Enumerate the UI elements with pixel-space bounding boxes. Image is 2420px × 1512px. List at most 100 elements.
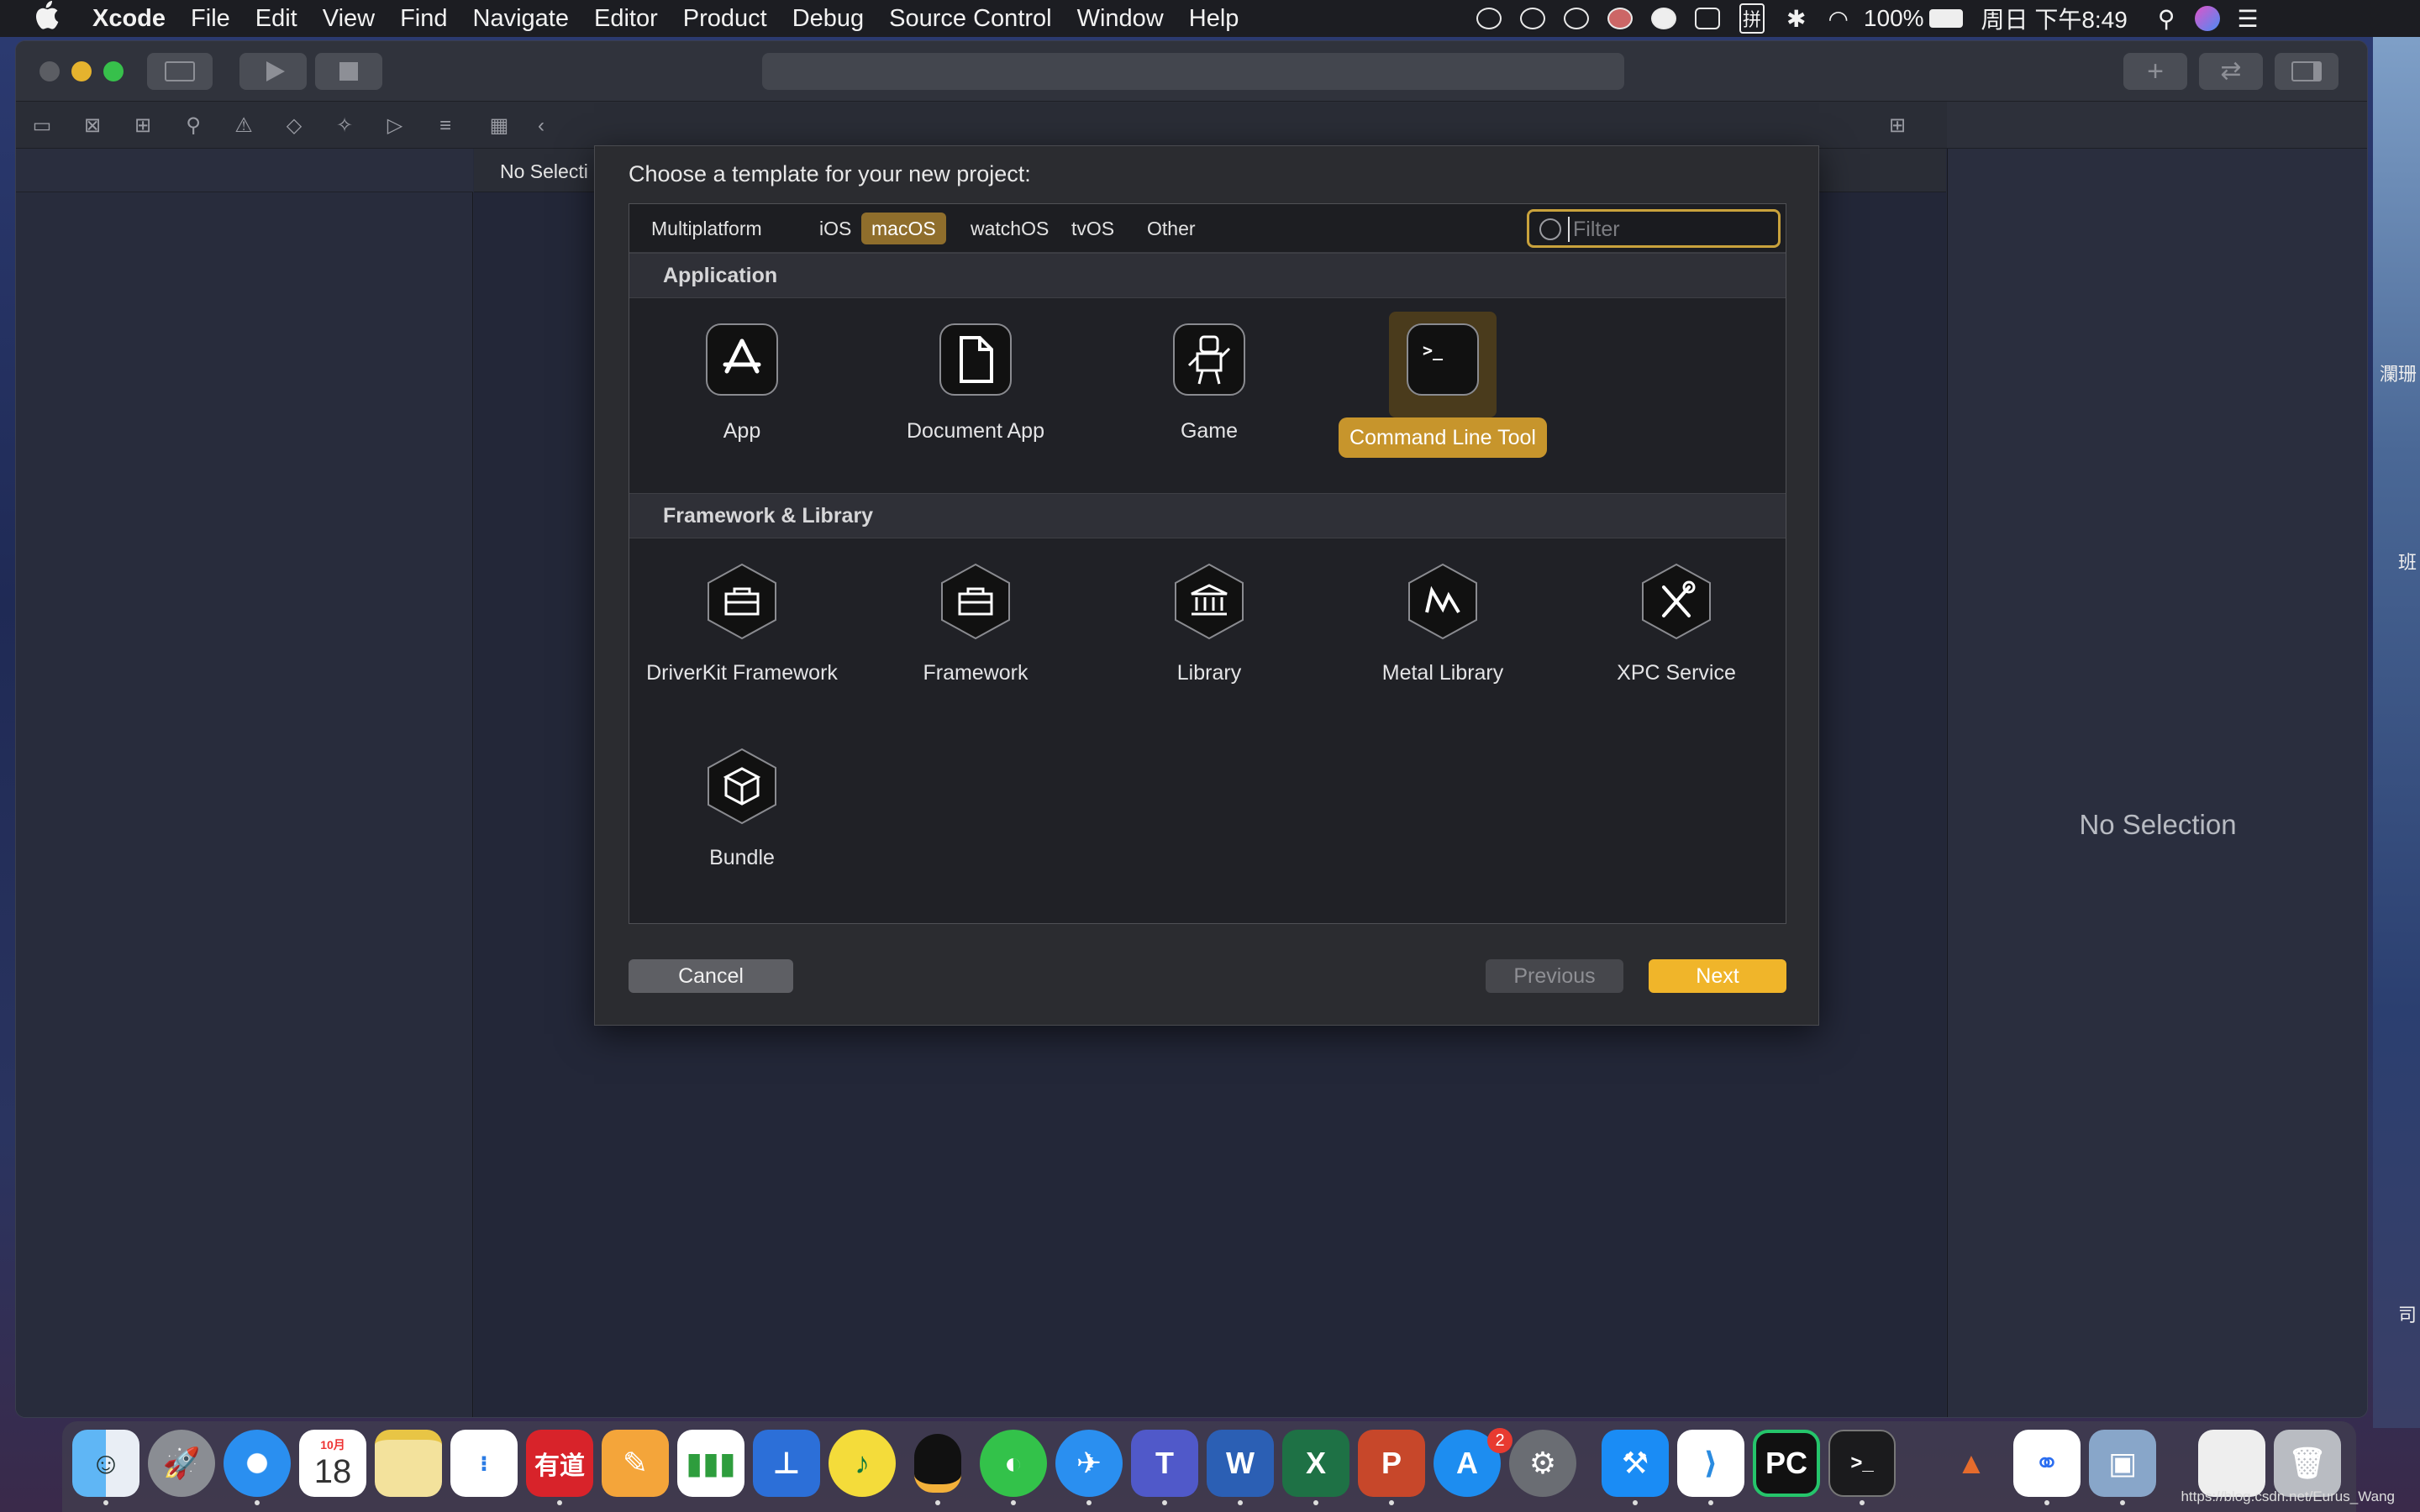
template-library[interactable]: Library <box>1108 563 1310 686</box>
tab-other[interactable]: Other <box>1137 213 1206 244</box>
search-icon[interactable]: ⚲ <box>181 113 206 139</box>
vscode-icon[interactable]: ⟩ <box>1677 1430 1744 1497</box>
tab-ios[interactable]: iOS <box>809 213 861 244</box>
library-button[interactable]: + <box>2123 53 2187 90</box>
teams-icon[interactable]: T <box>1131 1430 1198 1497</box>
spotlight-icon[interactable]: ⚲ <box>2158 5 2175 33</box>
breadcrumb[interactable]: No Selecti <box>500 160 588 183</box>
filter-input[interactable] <box>1568 217 1770 242</box>
pycharm-icon[interactable]: PC <box>1753 1430 1820 1497</box>
symbol-icon[interactable]: ⊞ <box>130 113 155 139</box>
zip-file-icon[interactable] <box>2198 1430 2265 1497</box>
clock[interactable]: 周日 下午8:49 <box>1981 2 2128 35</box>
test-icon[interactable]: ◇ <box>281 113 307 139</box>
keynote-icon[interactable]: ⊥ <box>753 1430 820 1497</box>
creative-cloud-icon[interactable] <box>1564 8 1589 29</box>
folder-icon[interactable]: ▭ <box>29 113 55 139</box>
menu-view[interactable]: View <box>323 5 375 33</box>
minimize-window-button[interactable] <box>71 61 92 81</box>
launchpad-icon[interactable]: 🚀 <box>148 1430 215 1497</box>
pages-icon[interactable]: ✎ <box>602 1430 669 1497</box>
menu-find[interactable]: Find <box>400 5 447 33</box>
menu-window[interactable]: Window <box>1077 5 1164 33</box>
menu-edit[interactable]: Edit <box>255 5 297 33</box>
feishu-icon[interactable]: ✈ <box>1055 1430 1123 1497</box>
youdao-dictionary-icon[interactable]: 有道 <box>526 1430 593 1497</box>
qq-penguin-icon[interactable] <box>904 1430 971 1497</box>
stop-button[interactable] <box>315 53 382 90</box>
tab-tvos[interactable]: tvOS <box>1061 213 1124 244</box>
numbers-icon[interactable]: ▮▮▮ <box>677 1430 744 1497</box>
app-store-icon <box>706 323 778 396</box>
finder-icon[interactable]: ☺ <box>72 1430 139 1497</box>
template-document-app[interactable]: Document App <box>875 323 1076 444</box>
safari-icon[interactable] <box>224 1430 291 1497</box>
battery-icon[interactable] <box>1928 9 1963 28</box>
qq-status-icon[interactable] <box>1476 8 1502 29</box>
menu-help[interactable]: Help <box>1189 5 1239 33</box>
bluetooth-icon[interactable]: ✱ <box>1786 5 1806 33</box>
reminders-icon[interactable]: ⁝ <box>450 1430 518 1497</box>
template-metal-library[interactable]: Metal Library <box>1342 563 1544 686</box>
filter-field[interactable] <box>1527 209 1781 248</box>
previous-button[interactable]: Previous <box>1486 959 1623 993</box>
siri-icon[interactable] <box>2195 6 2221 31</box>
tab-watchos[interactable]: watchOS <box>960 213 1059 244</box>
qq-music-icon[interactable]: ♪ <box>829 1430 896 1497</box>
notification-center-icon[interactable]: ☰ <box>2237 5 2258 33</box>
baidu-netdisk-icon[interactable]: ⚭ <box>2013 1430 2081 1497</box>
word-icon[interactable]: W <box>1207 1430 1274 1497</box>
notes-icon[interactable] <box>375 1430 442 1497</box>
menu-file[interactable]: File <box>191 5 230 33</box>
menu-debug[interactable]: Debug <box>792 5 864 33</box>
color-picker-icon[interactable] <box>1607 8 1633 29</box>
menu-source-control[interactable]: Source Control <box>889 5 1051 33</box>
run-button[interactable] <box>239 53 307 90</box>
code-review-button[interactable]: ⇄ <box>2199 53 2263 90</box>
app-status-icon[interactable] <box>1651 8 1676 29</box>
input-method-icon[interactable]: 拼 <box>1739 3 1765 34</box>
toggle-inspector-button[interactable] <box>2275 53 2338 90</box>
calendar-icon[interactable]: 10月 18 <box>299 1430 366 1497</box>
related-items-icon[interactable]: ▦ <box>487 113 512 139</box>
menu-navigate[interactable]: Navigate <box>473 5 569 33</box>
running-indicator <box>103 1500 108 1505</box>
wifi-icon[interactable]: ◠ <box>1828 5 1848 33</box>
template-app[interactable]: App <box>641 323 843 444</box>
add-editor-icon[interactable]: ⊞ <box>1885 113 1910 139</box>
template-bundle[interactable]: Bundle <box>641 748 843 871</box>
tab-multiplatform[interactable]: Multiplatform <box>641 213 772 244</box>
powerpoint-icon[interactable]: P <box>1358 1430 1425 1497</box>
menu-editor[interactable]: Editor <box>594 5 658 33</box>
toggle-navigator-button[interactable] <box>147 53 213 90</box>
template-game[interactable]: Game <box>1108 323 1310 444</box>
xcode-dock-icon[interactable]: ⚒ <box>1602 1430 1669 1497</box>
menu-app-name[interactable]: Xcode <box>92 5 166 33</box>
close-window-button[interactable] <box>39 61 60 81</box>
debug-icon[interactable]: ✧ <box>332 113 357 139</box>
back-arrow-icon[interactable]: ‹ <box>529 113 554 139</box>
excel-icon[interactable]: X <box>1282 1430 1349 1497</box>
warning-icon[interactable]: ⚠ <box>231 113 256 139</box>
preview-icon[interactable]: ▣ <box>2089 1430 2156 1497</box>
display-icon[interactable] <box>1695 8 1720 29</box>
apple-menu-icon[interactable] <box>34 1 59 36</box>
terminal-dock-icon[interactable]: >_ <box>1828 1430 1896 1497</box>
template-framework[interactable]: Framework <box>875 563 1076 686</box>
wechat-icon[interactable]: ◐ <box>980 1430 1047 1497</box>
report-icon[interactable]: ≡ <box>433 113 458 139</box>
wechat-status-icon[interactable] <box>1520 8 1545 29</box>
source-control-icon[interactable]: ⊠ <box>80 113 105 139</box>
trash-icon[interactable]: 🗑 <box>2274 1430 2341 1497</box>
template-xpc-service[interactable]: XPC Service <box>1576 563 1777 686</box>
zoom-window-button[interactable] <box>103 61 124 81</box>
menu-product[interactable]: Product <box>683 5 767 33</box>
tab-macos[interactable]: macOS <box>861 213 946 244</box>
breakpoint-icon[interactable]: ▷ <box>382 113 408 139</box>
cancel-button[interactable]: Cancel <box>629 959 793 993</box>
matlab-icon[interactable]: ▲ <box>1938 1430 2005 1497</box>
system-preferences-icon[interactable]: ⚙ <box>1509 1430 1576 1497</box>
template-driverkit-framework[interactable]: DriverKit Framework <box>641 563 843 686</box>
template-command-line-tool[interactable]: >_ Command Line Tool <box>1339 312 1547 458</box>
next-button[interactable]: Next <box>1649 959 1786 993</box>
